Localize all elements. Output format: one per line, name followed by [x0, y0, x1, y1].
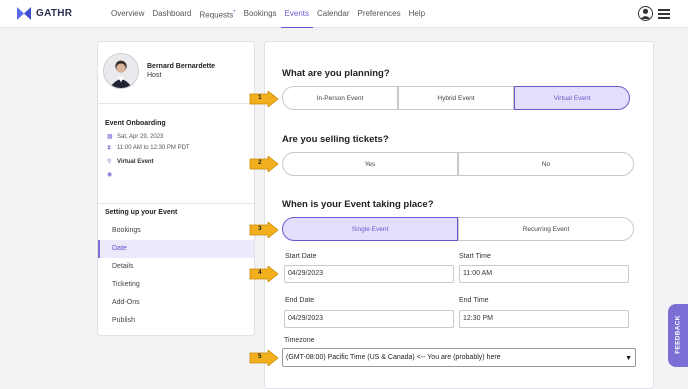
option-recurring-event[interactable]: Recurring Event — [458, 217, 634, 241]
marker-number: 5 — [258, 353, 262, 360]
option-virtual-event[interactable]: Virtual Event — [514, 86, 630, 110]
step-details[interactable]: Details — [98, 258, 254, 276]
host-role: Host — [147, 72, 162, 79]
event-time: 11:00 AM to 12:30 PM PDT — [117, 145, 190, 151]
planning-options: In-Person Event Hybrid Event Virtual Eve… — [282, 86, 630, 110]
option-tickets-yes[interactable]: Yes — [282, 152, 458, 176]
question-when: When is your Event taking place? — [282, 199, 434, 210]
user-avatar[interactable] — [638, 6, 653, 21]
arrow-marker-icon — [249, 156, 279, 172]
timezone-label: Timezone — [284, 337, 315, 344]
arrow-marker-icon — [249, 350, 279, 366]
end-date-label: End Date — [285, 297, 315, 304]
start-date-input[interactable]: 04/29/2023 — [284, 265, 454, 283]
step-publish[interactable]: Publish — [98, 312, 254, 330]
gathr-logo-icon — [17, 7, 31, 20]
location-pin-icon: ◉ — [107, 172, 113, 178]
logo-text: GATHR — [36, 8, 73, 19]
host-avatar — [103, 53, 139, 89]
marker-number: 4 — [258, 269, 262, 276]
when-options: Single Event Recurring Event — [282, 217, 634, 241]
event-summary-title: Event Onboarding — [105, 120, 166, 127]
marker-number: 2 — [258, 159, 262, 166]
main-nav: Overview Dashboard Requests* Bookings Ev… — [107, 0, 429, 28]
marker-number: 3 — [258, 225, 262, 232]
logo[interactable]: GATHR — [16, 6, 72, 21]
step-marker-2: 2 — [249, 156, 279, 172]
step-marker-1: 1 — [249, 91, 279, 107]
requests-badge: * — [233, 10, 236, 16]
event-date: Sat, Apr 29, 2023 — [117, 134, 164, 140]
step-add-ons[interactable]: Add-Ons — [98, 294, 254, 312]
event-type: Virtual Event — [117, 159, 154, 165]
event-sidebar: Bernard Bernardette Host Event Onboardin… — [97, 41, 255, 336]
step-bookings[interactable]: Bookings — [98, 222, 254, 240]
option-single-event[interactable]: Single Event — [282, 217, 458, 241]
nav-events[interactable]: Events — [280, 0, 314, 28]
host-photo — [104, 54, 138, 88]
nav-requests[interactable]: Requests* — [195, 0, 239, 28]
marker-number: 1 — [258, 94, 262, 101]
clock-icon: ⧗ — [107, 145, 112, 151]
end-time-input[interactable]: 12:30 PM — [459, 310, 629, 328]
nav-requests-label: Requests — [199, 10, 234, 20]
steps-title: Setting up your Event — [105, 209, 178, 216]
menu-icon[interactable] — [658, 9, 670, 19]
event-location-row: ◉ — [107, 172, 113, 178]
step-ticketing[interactable]: Ticketing — [98, 276, 254, 294]
end-time-label: End Time — [459, 297, 489, 304]
arrow-marker-icon — [249, 266, 279, 282]
nav-help[interactable]: Help — [405, 0, 429, 28]
question-tickets: Are you selling tickets? — [282, 134, 389, 145]
option-in-person-event[interactable]: In-Person Event — [282, 86, 398, 110]
event-date-row: ▦ Sat, Apr 29, 2023 — [107, 134, 163, 140]
start-time-label: Start Time — [459, 253, 491, 260]
nav-bookings[interactable]: Bookings — [240, 0, 281, 28]
event-summary: Event Onboarding ▦ Sat, Apr 29, 2023 ⧗ 1… — [98, 104, 254, 204]
person-icon: ⚲ — [107, 159, 112, 165]
host-profile: Bernard Bernardette Host — [98, 42, 254, 104]
option-tickets-no[interactable]: No — [458, 152, 634, 176]
start-time-input[interactable]: 11:00 AM — [459, 265, 629, 283]
host-name: Bernard Bernardette — [147, 63, 216, 70]
step-marker-4: 4 — [249, 266, 279, 282]
nav-dashboard[interactable]: Dashboard — [148, 0, 195, 28]
calendar-icon: ▦ — [107, 134, 113, 140]
nav-overview[interactable]: Overview — [107, 0, 148, 28]
step-marker-3: 3 — [249, 222, 279, 238]
top-nav-bar: GATHR Overview Dashboard Requests* Booki… — [0, 0, 688, 28]
feedback-label: FEEDBACK — [674, 315, 682, 354]
timezone-select[interactable]: (GMT-08:00) Pacific Time (US & Canada) <… — [282, 348, 636, 367]
chevron-down-icon: ▼ — [625, 355, 632, 362]
user-avatar-icon — [640, 8, 651, 20]
option-hybrid-event[interactable]: Hybrid Event — [398, 86, 514, 110]
step-marker-5: 5 — [249, 350, 279, 366]
end-date-input[interactable]: 04/29/2023 — [284, 310, 454, 328]
event-time-row: ⧗ 11:00 AM to 12:30 PM PDT — [107, 145, 190, 151]
step-date[interactable]: Date — [98, 240, 254, 258]
event-type-row: ⚲ Virtual Event — [107, 159, 154, 165]
timezone-value: (GMT-08:00) Pacific Time (US & Canada) <… — [286, 354, 501, 361]
nav-calendar[interactable]: Calendar — [313, 0, 353, 28]
arrow-marker-icon — [249, 91, 279, 107]
feedback-tab[interactable]: FEEDBACK — [668, 304, 688, 367]
ticket-options: Yes No — [282, 152, 634, 176]
nav-preferences[interactable]: Preferences — [353, 0, 404, 28]
arrow-marker-icon — [249, 222, 279, 238]
question-planning: What are you planning? — [282, 68, 390, 79]
start-date-label: Start Date — [285, 253, 317, 260]
